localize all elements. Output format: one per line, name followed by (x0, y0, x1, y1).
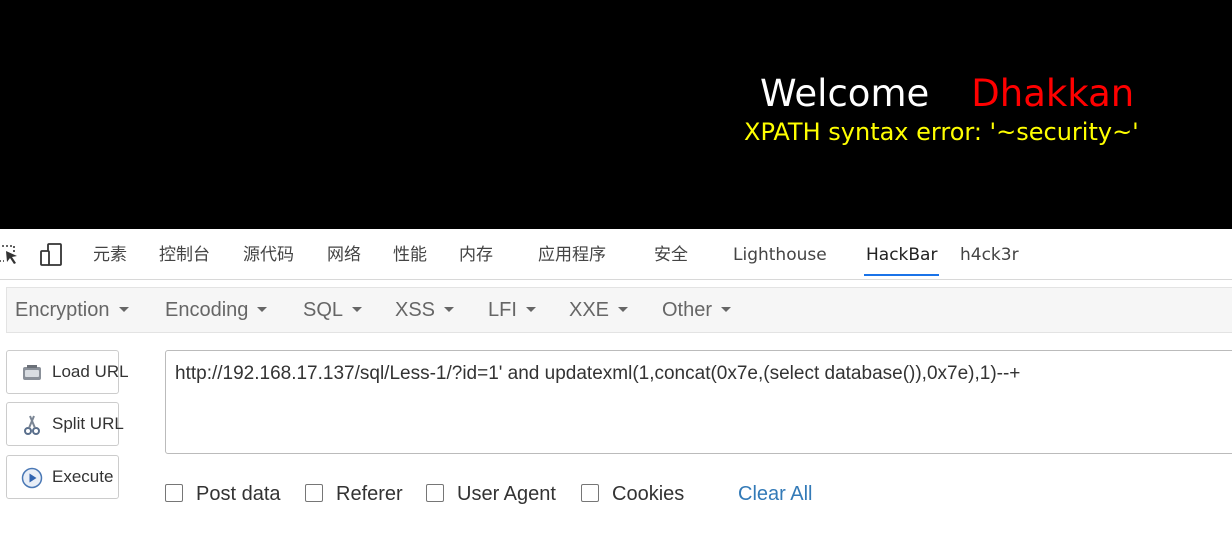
load-url-label: Load URL (52, 362, 129, 381)
tab-security[interactable]: 安全 (654, 229, 688, 279)
cookies-label: Cookies (612, 483, 685, 505)
tab-lighthouse[interactable]: Lighthouse (733, 229, 827, 279)
scissors-icon (24, 415, 40, 435)
caret-down-icon (721, 307, 732, 313)
devtools-tab-bar: 元素 控制台 源代码 网络 性能 内存 应用程序 安全 Lighthouse H… (0, 229, 1232, 280)
menu-xss[interactable]: XSS (395, 288, 455, 332)
execute-label: Execute (52, 467, 114, 486)
user-agent-checkbox[interactable]: User Agent (426, 482, 556, 506)
load-url-button[interactable]: Load URL (6, 350, 129, 394)
menu-encoding[interactable]: Encoding (165, 288, 268, 332)
menu-sql-label: SQL (303, 299, 344, 321)
tab-memory[interactable]: 内存 (459, 229, 493, 279)
checkbox-box[interactable] (426, 483, 444, 502)
menu-xxe-label: XXE (569, 299, 610, 321)
execute-button[interactable]: Execute (6, 455, 119, 499)
welcome-label: Welcome (760, 72, 930, 115)
split-url-label: Split URL (52, 414, 124, 433)
device-toolbar-icon[interactable] (39, 243, 63, 267)
menu-lfi[interactable]: LFI (488, 288, 536, 332)
referer-label: Referer (336, 483, 403, 505)
caret-down-icon (118, 307, 129, 313)
caret-down-icon (257, 307, 268, 313)
menu-other-label: Other (662, 299, 713, 321)
post-data-checkbox[interactable]: Post data (165, 482, 281, 506)
checkbox-box[interactable] (165, 483, 183, 502)
menu-encryption[interactable]: Encryption (15, 288, 129, 332)
url-input[interactable]: http://192.168.17.137/sql/Less-1/?id=1' … (165, 350, 1232, 454)
caret-down-icon (444, 307, 455, 313)
tab-console[interactable]: 控制台 (159, 229, 210, 279)
split-url-button[interactable]: Split URL (6, 402, 124, 446)
tab-performance[interactable]: 性能 (393, 229, 427, 279)
inspect-element-icon[interactable] (0, 243, 20, 267)
hackbar-menu: Encryption Encoding SQL XSS LFI XXE Othe… (6, 287, 1232, 333)
tab-elements[interactable]: 元素 (93, 229, 127, 279)
tab-network[interactable]: 网络 (327, 229, 361, 279)
post-data-label: Post data (196, 483, 281, 505)
menu-xss-label: XSS (395, 299, 436, 321)
checkbox-box[interactable] (581, 483, 599, 502)
load-url-icon (23, 365, 41, 380)
menu-xxe[interactable]: XXE (569, 288, 629, 332)
clear-all-link[interactable]: Clear All (738, 482, 812, 506)
menu-encoding-label: Encoding (165, 299, 249, 321)
caret-down-icon (352, 307, 363, 313)
user-agent-label: User Agent (457, 483, 556, 505)
cookies-checkbox[interactable]: Cookies (581, 482, 684, 506)
checkbox-box[interactable] (305, 483, 323, 502)
tab-sources[interactable]: 源代码 (243, 229, 294, 279)
page-viewport: Welcome Dhakkan XPATH syntax error: '~sec… (0, 0, 1232, 229)
tab-h4ck3r[interactable]: h4ck3r (960, 229, 1019, 279)
menu-other[interactable]: Other (662, 288, 732, 332)
welcome-text: Welcome Dhakkan (760, 74, 1134, 114)
referer-checkbox[interactable]: Referer (305, 482, 403, 506)
caret-down-icon (618, 307, 629, 313)
welcome-name: Dhakkan (971, 72, 1135, 115)
menu-lfi-label: LFI (488, 299, 517, 321)
menu-sql[interactable]: SQL (303, 288, 363, 332)
error-message: XPATH syntax error: '~security~' (744, 118, 1139, 146)
play-icon (21, 467, 43, 489)
tab-application[interactable]: 应用程序 (538, 229, 606, 279)
tab-hackbar[interactable]: HackBar (863, 229, 940, 279)
menu-encryption-label: Encryption (15, 299, 110, 321)
caret-down-icon (525, 307, 536, 313)
